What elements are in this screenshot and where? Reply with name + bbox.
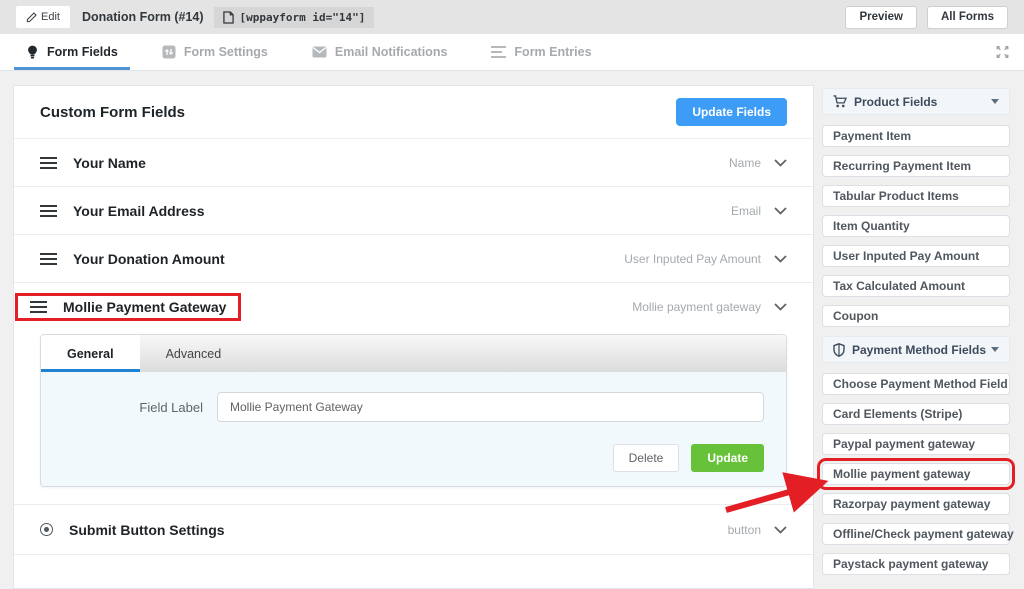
form-title: Donation Form (#14) <box>82 10 204 24</box>
drag-handle-icon[interactable] <box>40 253 57 265</box>
field-row-donation-amount[interactable]: Your Donation Amount User Inputed Pay Am… <box>14 235 813 283</box>
tab-form-entries[interactable]: Form Entries <box>479 34 603 70</box>
editor-tab-bar: General Advanced <box>41 335 786 372</box>
update-fields-button[interactable]: Update Fields <box>676 98 787 126</box>
field-row-label: Your Email Address <box>73 203 204 219</box>
palette-item-coupon[interactable]: Coupon <box>822 305 1010 327</box>
field-row-meta: User Inputed Pay Amount <box>624 252 787 266</box>
entries-icon <box>491 46 506 58</box>
field-row-meta: Name <box>729 156 787 170</box>
shortcode-text: [wppayform id="14"] <box>240 11 366 24</box>
tab-form-settings[interactable]: Form Settings <box>150 34 280 70</box>
section-title: Product Fields <box>854 95 937 109</box>
field-type-label: Name <box>729 156 761 170</box>
field-row-meta: button <box>728 523 787 537</box>
field-label-form-row: Field Label <box>63 392 764 422</box>
drag-handle-icon[interactable] <box>40 205 57 217</box>
palette-item-recurring-payment-item[interactable]: Recurring Payment Item <box>822 155 1010 177</box>
chevron-down-icon[interactable] <box>774 303 787 311</box>
chevron-down-icon[interactable] <box>774 159 787 167</box>
editor-actions: Delete Update <box>63 444 764 472</box>
shortcode-chip[interactable]: [wppayform id="14"] <box>214 7 375 28</box>
field-type-label: User Inputed Pay Amount <box>624 252 761 266</box>
field-type-label: Mollie payment gateway <box>632 300 761 314</box>
tab-label: Form Settings <box>184 45 268 59</box>
field-row-meta: Email <box>731 204 787 218</box>
palette-item-offline-check-payment-gateway[interactable]: Offline/Check payment gateway <box>822 523 1010 545</box>
mollie-field-block: Mollie Payment Gateway Mollie payment ga… <box>14 283 813 505</box>
drag-handle-icon[interactable] <box>30 301 47 313</box>
form-editor-panel: Custom Form Fields Update Fields Your Na… <box>13 85 814 589</box>
palette-item-razorpay-payment-gateway[interactable]: Razorpay payment gateway <box>822 493 1010 515</box>
fullscreen-toggle-button[interactable] <box>995 45 1010 59</box>
palette-item-user-inputed-pay-amount[interactable]: User Inputed Pay Amount <box>822 245 1010 267</box>
bulb-icon <box>26 45 39 60</box>
tab-email-notifications[interactable]: Email Notifications <box>300 34 460 70</box>
field-row-meta: Mollie payment gateway <box>632 300 787 314</box>
palette-item-payment-item[interactable]: Payment Item <box>822 125 1010 147</box>
field-row-your-name[interactable]: Your Name Name <box>14 139 813 187</box>
payment-method-fields-section: Payment Method Fields Choose Payment Met… <box>822 336 1010 575</box>
document-icon <box>223 11 234 24</box>
field-type-label: button <box>728 523 761 537</box>
editor-body: Field Label Delete Update <box>41 372 786 486</box>
caret-down-icon <box>991 347 999 352</box>
field-type-label: Email <box>731 204 761 218</box>
chevron-down-icon[interactable] <box>774 207 787 215</box>
tab-label: Form Fields <box>47 45 118 59</box>
top-bar: Edit Donation Form (#14) [wppayform id="… <box>0 0 1024 34</box>
pencil-icon <box>26 12 37 23</box>
field-palette-sidebar: Product Fields Payment Item Recurring Pa… <box>822 88 1010 584</box>
field-row-your-email[interactable]: Your Email Address Email <box>14 187 813 235</box>
all-forms-button[interactable]: All Forms <box>927 6 1008 29</box>
field-row-label: Your Donation Amount <box>73 251 225 267</box>
palette-item-card-elements-stripe[interactable]: Card Elements (Stripe) <box>822 403 1010 425</box>
palette-item-paypal-payment-gateway[interactable]: Paypal payment gateway <box>822 433 1010 455</box>
section-title: Payment Method Fields <box>852 343 986 357</box>
preview-button[interactable]: Preview <box>845 6 916 29</box>
palette-item-tax-calculated-amount[interactable]: Tax Calculated Amount <box>822 275 1010 297</box>
field-label-input[interactable] <box>217 392 764 422</box>
main-tab-bar: Form Fields Form Settings Email Notifica… <box>0 34 1024 71</box>
tab-label: Email Notifications <box>335 45 448 59</box>
delete-button[interactable]: Delete <box>613 444 680 472</box>
palette-item-paystack-payment-gateway[interactable]: Paystack payment gateway <box>822 553 1010 575</box>
field-row-label: Your Name <box>73 155 146 171</box>
product-fields-header[interactable]: Product Fields <box>822 88 1010 115</box>
radio-icon <box>40 523 53 536</box>
cart-icon <box>833 95 847 108</box>
edit-button-label: Edit <box>41 11 60 23</box>
edit-form-title-button[interactable]: Edit <box>16 6 70 28</box>
chevron-down-icon[interactable] <box>774 526 787 534</box>
tab-label: Form Entries <box>514 45 591 59</box>
mail-icon <box>312 46 327 58</box>
payment-method-fields-header[interactable]: Payment Method Fields <box>822 336 1010 363</box>
update-button[interactable]: Update <box>691 444 764 472</box>
editor-tab-general[interactable]: General <box>41 335 140 372</box>
field-row-label: Mollie Payment Gateway <box>63 299 226 315</box>
chevron-down-icon[interactable] <box>774 255 787 263</box>
palette-item-item-quantity[interactable]: Item Quantity <box>822 215 1010 237</box>
expand-icon <box>995 45 1010 59</box>
drag-handle-icon[interactable] <box>40 157 57 169</box>
editor-tab-advanced[interactable]: Advanced <box>140 335 248 372</box>
palette-item-mollie-payment-gateway[interactable]: Mollie payment gateway <box>822 463 1010 485</box>
field-row-label: Submit Button Settings <box>69 522 225 538</box>
page-title: Custom Form Fields <box>40 104 185 121</box>
palette-item-choose-payment-method-field[interactable]: Choose Payment Method Field <box>822 373 1010 395</box>
tab-form-fields[interactable]: Form Fields <box>14 34 130 70</box>
red-highlight-box: Mollie Payment Gateway <box>15 293 241 321</box>
caret-down-icon <box>991 99 999 104</box>
panel-header: Custom Form Fields Update Fields <box>14 86 813 139</box>
field-label-caption: Field Label <box>63 400 203 415</box>
product-fields-section: Product Fields Payment Item Recurring Pa… <box>822 88 1010 327</box>
field-inline-editor: General Advanced Field Label Delete Upda… <box>40 334 787 487</box>
palette-item-tabular-product-items[interactable]: Tabular Product Items <box>822 185 1010 207</box>
submit-button-settings-row[interactable]: Submit Button Settings button <box>14 505 813 555</box>
shield-icon <box>833 343 845 357</box>
field-row-mollie-gateway[interactable]: Mollie Payment Gateway Mollie payment ga… <box>14 283 813 331</box>
settings-icon <box>162 45 176 59</box>
